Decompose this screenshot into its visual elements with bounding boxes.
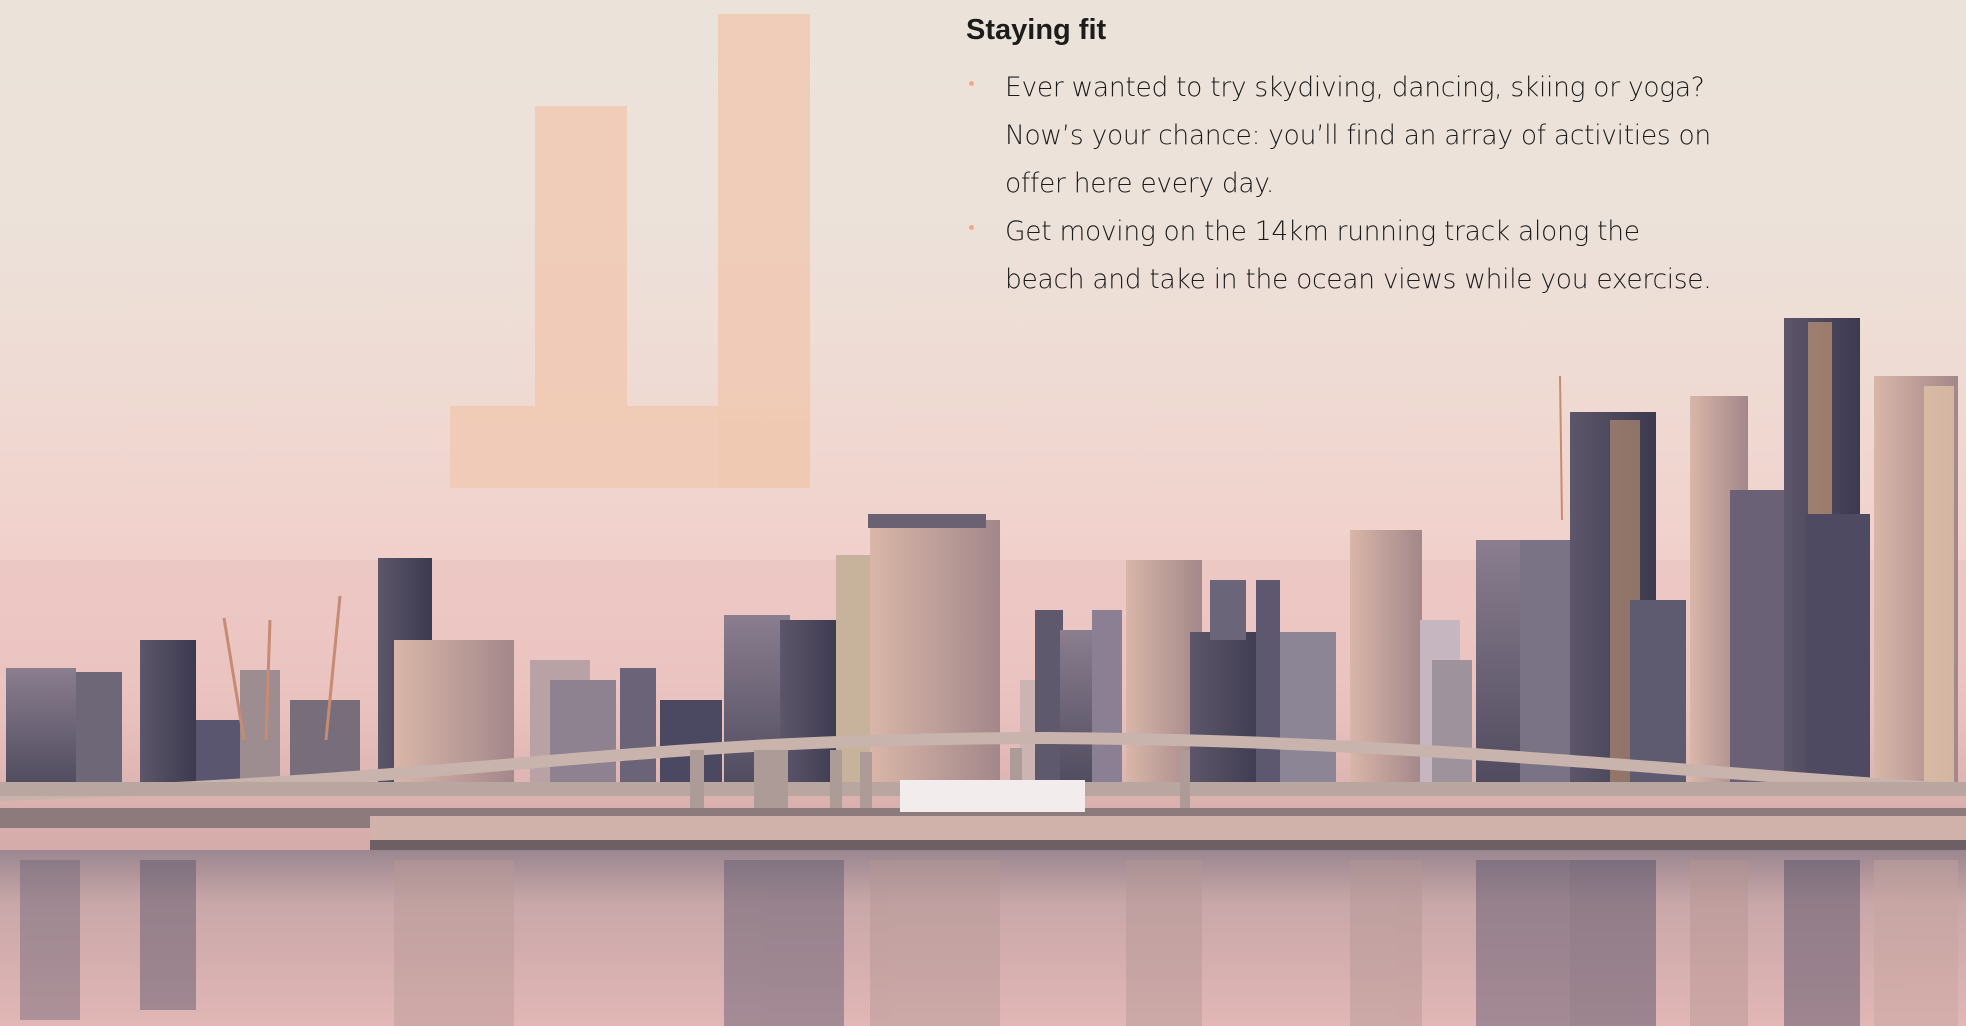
bullet-item: Get moving on the 14km running track alo…: [966, 208, 1726, 304]
bullet-dot-icon: [969, 81, 974, 86]
decorative-bar-base: [450, 406, 810, 488]
bullet-list: Ever wanted to try skydiving, dancing, s…: [966, 64, 1726, 304]
bullet-item: Ever wanted to try skydiving, dancing, s…: [966, 64, 1726, 208]
section-heading: Staying fit: [966, 14, 1107, 46]
bullet-text: Get moving on the 14km running track alo…: [1005, 216, 1712, 295]
decorative-bar-short: [535, 106, 627, 406]
bullet-text: Ever wanted to try skydiving, dancing, s…: [1005, 72, 1711, 199]
staying-fit-section: Staying fit Ever wanted to try skydiving…: [966, 10, 1726, 304]
bullet-dot-icon: [969, 225, 974, 230]
